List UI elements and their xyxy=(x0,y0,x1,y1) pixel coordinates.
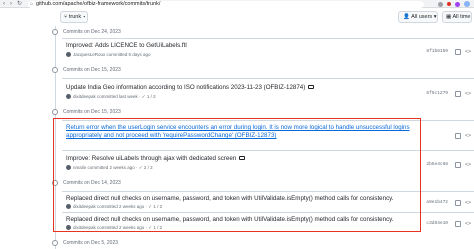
copy-icon[interactable] xyxy=(455,221,461,227)
branch-selector-button[interactable]: ⑂ trunk ▾ xyxy=(60,11,88,23)
commit-row[interactable]: Return error when the userLogin service … xyxy=(62,120,474,150)
commit-title[interactable]: Replaced direct null checks on username,… xyxy=(66,216,394,224)
bookmark-icon[interactable] xyxy=(438,1,443,7)
commit-sha[interactable]: 6f5c1279 xyxy=(426,91,448,97)
commit-title[interactable]: Update India Geo information according t… xyxy=(66,84,315,92)
commit-meta: dixitdeepak committed 2 weeks ago · ✓ 1 … xyxy=(66,225,162,231)
commit-dot-icon xyxy=(52,239,58,246)
avatar[interactable] xyxy=(66,225,71,231)
code-icon[interactable]: <> xyxy=(465,221,471,227)
ellipsis-icon[interactable] xyxy=(308,85,315,90)
code-icon[interactable]: <> xyxy=(465,49,471,55)
avatar[interactable] xyxy=(66,165,71,171)
url-text: github.com/apache/ofbiz-framework/commit… xyxy=(36,1,161,7)
commit-meta: JacquesLeRoux committed 5 days ago xyxy=(66,52,151,58)
extension-icon[interactable] xyxy=(447,2,451,6)
chevron-down-icon: ▾ xyxy=(433,14,437,20)
code-icon[interactable]: <> xyxy=(465,91,471,97)
commit-group-header: Commits on Dec 15, 2023 xyxy=(52,65,121,75)
copy-icon[interactable] xyxy=(455,49,461,55)
copy-icon[interactable] xyxy=(455,200,461,206)
code-icon[interactable]: <> xyxy=(465,162,471,168)
copy-icon[interactable] xyxy=(455,133,461,139)
commit-row[interactable]: Replaced direct null checks on username,… xyxy=(62,212,474,234)
copy-icon[interactable] xyxy=(455,162,461,168)
copy-icon[interactable] xyxy=(455,91,461,97)
code-icon[interactable]: <> xyxy=(465,200,471,206)
commit-group-header: Commits on Dec 14, 2023 xyxy=(52,178,121,188)
commit-group-header: Commits on Dec 15, 2023 xyxy=(52,107,121,117)
commit-dot-icon xyxy=(52,66,58,73)
commit-row[interactable]: Improve: Resolve uiLabels through ajax w… xyxy=(62,150,474,176)
profile-extension-icon[interactable] xyxy=(455,1,460,7)
reload-icon[interactable]: ↻ xyxy=(17,0,22,8)
chevron-down-icon: ▾ xyxy=(82,14,86,20)
commit-dot-icon xyxy=(52,28,58,35)
avatar[interactable] xyxy=(66,52,71,58)
commit-title[interactable]: Replaced direct null checks on username,… xyxy=(66,195,394,203)
branch-label: trunk xyxy=(68,14,82,20)
calendar-icon: ▦ xyxy=(446,14,452,20)
commit-group-header: Commits on Dec 24, 2023 xyxy=(52,27,121,37)
commit-title-link[interactable]: Return error when the userLogin service … xyxy=(66,124,421,140)
commit-meta: dixitdeepak committed last week · ✓ 1 / … xyxy=(66,94,156,100)
browser-chrome: ‹ › ↻ ⌂ github.com/apache/ofbiz-framewor… xyxy=(0,0,474,8)
time-filter-button[interactable]: ▦ All time xyxy=(442,11,472,23)
commit-sha[interactable]: c3d84e10 xyxy=(426,221,448,227)
commits-toolbar: ⑂ trunk ▾ 👤 All users ▾ ▦ All time xyxy=(0,8,474,26)
avatar[interactable] xyxy=(66,204,71,210)
time-filter-label: All time xyxy=(452,14,471,20)
avatar[interactable] xyxy=(66,94,71,100)
users-filter-button[interactable]: 👤 All users ▾ xyxy=(398,11,438,23)
commit-sha[interactable]: 8f1b6159 xyxy=(426,49,448,55)
commit-row[interactable]: Improved: Adds LICENCE to GetUiLabels.ft… xyxy=(62,38,474,62)
lock-icon: ⌂ xyxy=(30,1,34,7)
commit-sha[interactable]: 2b5e4c68 xyxy=(426,162,448,168)
commit-row[interactable]: Replaced direct null checks on username,… xyxy=(62,191,474,212)
commit-group-header: Commits on Dec 5, 2023 xyxy=(52,238,118,248)
commit-title[interactable]: Improve: Resolve uiLabels through ajax w… xyxy=(66,155,246,163)
commit-dot-icon xyxy=(52,179,58,186)
git-branch-icon: ⑂ xyxy=(64,14,68,20)
forward-icon[interactable]: › xyxy=(10,0,12,8)
person-icon: 👤 xyxy=(403,14,410,20)
commit-title[interactable]: Improved: Adds LICENCE to GetUiLabels.ft… xyxy=(66,42,187,50)
ellipsis-icon[interactable] xyxy=(239,156,246,161)
commit-meta: nmalin committed 2 weeks ago · ✓ 2 / 2 xyxy=(66,165,153,171)
users-filter-label: All users xyxy=(411,14,433,20)
address-bar[interactable]: ⌂ github.com/apache/ofbiz-framework/comm… xyxy=(28,1,424,8)
commit-row[interactable]: Update India Geo information according t… xyxy=(62,78,474,104)
commit-sha[interactable]: a9e1b472 xyxy=(426,200,448,206)
avatar[interactable] xyxy=(464,1,470,7)
code-icon[interactable]: <> xyxy=(465,133,471,139)
commit-meta: dixitdeepak committed 2 weeks ago · ✓ 1 … xyxy=(66,204,162,210)
back-icon[interactable]: ‹ xyxy=(3,0,5,8)
commit-timeline-line xyxy=(55,26,56,249)
commit-dot-icon xyxy=(52,108,58,115)
